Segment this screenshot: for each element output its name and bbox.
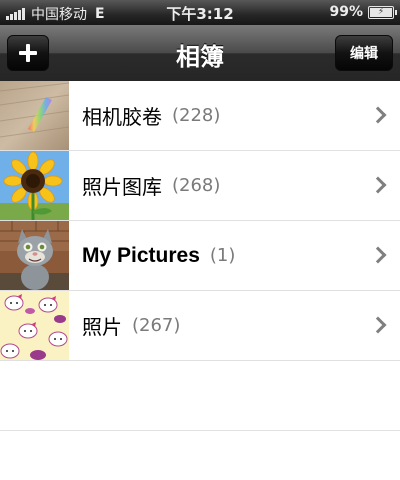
battery-icon: ⚡ (368, 5, 397, 19)
empty-list-row (0, 361, 400, 431)
album-thumbnail-photos (0, 291, 69, 360)
status-bar: 中国移动 E 下午3:12 99% ⚡ (0, 0, 400, 25)
album-row-photos[interactable]: 照片 (267) (0, 291, 400, 361)
album-name: 相机胶卷 (82, 105, 162, 129)
album-thumbnail-my-pictures (0, 221, 69, 290)
album-thumbnail-photo-library (0, 151, 69, 220)
album-text: My Pictures (1) (82, 221, 235, 290)
chevron-right-icon (369, 316, 387, 334)
album-text: 相机胶卷 (228) (82, 81, 220, 150)
album-count: (228) (172, 105, 221, 126)
album-thumbnail-camera-roll (0, 81, 69, 150)
chevron-right-icon (369, 176, 387, 194)
album-list: 相机胶卷 (228) 照片图库 (268) My Pictures (1) 照片… (0, 81, 400, 431)
status-right: 99% ⚡ (329, 4, 397, 20)
album-name: 照片图库 (82, 175, 162, 199)
album-name: 照片 (82, 315, 122, 339)
edit-button[interactable]: 编辑 (335, 35, 393, 71)
chevron-right-icon (369, 246, 387, 264)
chevron-right-icon (369, 106, 387, 124)
album-name: My Pictures (82, 243, 200, 267)
album-count: (268) (172, 175, 221, 196)
album-count: (267) (132, 315, 181, 336)
album-count: (1) (209, 245, 236, 266)
charging-bolt-icon: ⚡ (377, 7, 385, 17)
album-text: 照片 (267) (82, 291, 180, 360)
battery-percent: 99% (329, 4, 363, 20)
album-row-photo-library[interactable]: 照片图库 (268) (0, 151, 400, 221)
album-row-my-pictures[interactable]: My Pictures (1) (0, 221, 400, 291)
album-text: 照片图库 (268) (82, 151, 220, 220)
album-row-camera-roll[interactable]: 相机胶卷 (228) (0, 81, 400, 151)
navigation-bar: 相簿 编辑 (0, 25, 400, 82)
